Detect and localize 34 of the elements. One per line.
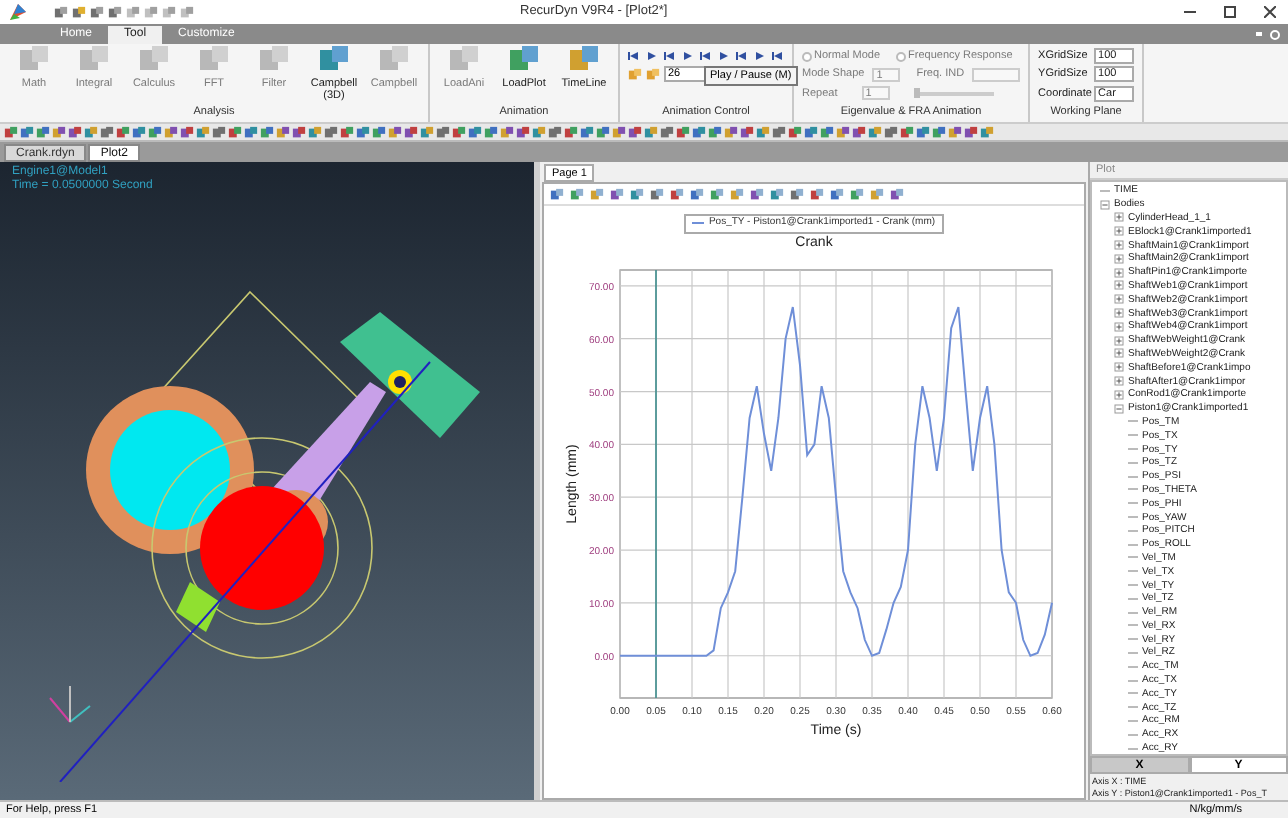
playback-icon [754,50,766,62]
expand-icon[interactable] [1114,362,1124,373]
tool-icon [568,44,600,76]
tool-icon [318,44,350,76]
expand-icon[interactable] [1114,240,1124,251]
expand-icon[interactable] [1114,389,1124,400]
collapse-icon[interactable] [1100,199,1110,210]
expand-icon[interactable] [1114,376,1124,387]
expand-icon[interactable] [1114,280,1124,291]
playback-icon [700,50,712,62]
expand-icon[interactable] [1114,294,1124,305]
collapse-icon[interactable] [1114,403,1124,414]
playback-icon [682,50,694,62]
playback-icon [772,50,784,62]
close-icon[interactable] [1264,6,1276,18]
expand-icon[interactable] [1114,253,1124,264]
expand-icon[interactable] [1114,226,1124,237]
expand-icon[interactable] [1114,335,1124,346]
expand-icon[interactable] [1114,267,1124,278]
playback-icon [628,50,640,62]
minimize-icon[interactable] [1184,6,1196,18]
app-logo-icon [6,0,30,24]
playback-icon [664,50,676,62]
expand-icon[interactable] [1114,308,1124,319]
expand-icon[interactable] [1114,212,1124,223]
axis-triad-icon [49,685,91,723]
tool-icon [508,44,540,76]
expand-icon[interactable] [1114,321,1124,332]
freq-field [972,67,1021,82]
playback-icon [646,50,658,62]
playback-icon [736,50,748,62]
playback-icon [718,50,730,62]
expand-icon[interactable] [1114,348,1124,359]
maximize-icon[interactable] [1224,6,1236,18]
